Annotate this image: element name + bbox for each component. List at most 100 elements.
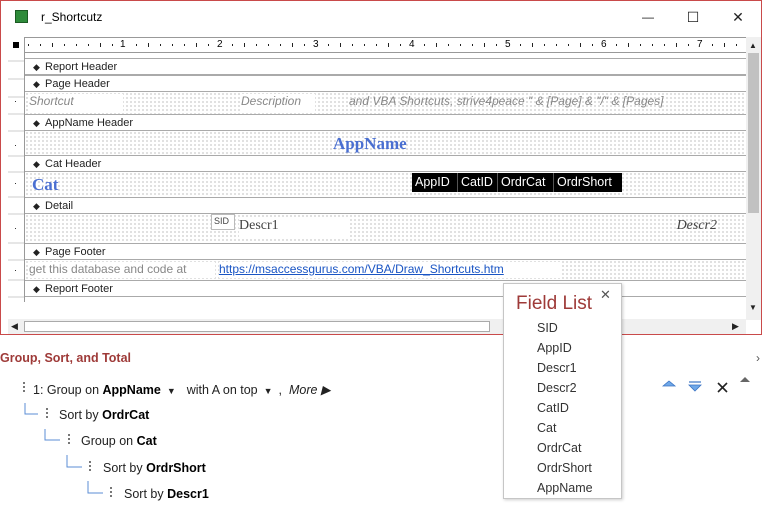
sort-field[interactable]: OrdrCat xyxy=(102,408,149,422)
group-sort-total-title: Group, Sort, and Total xyxy=(0,351,132,365)
sort-level-2[interactable]: Sort by OrdrCat xyxy=(59,408,149,422)
sort-order-dropdown[interactable]: with A on top xyxy=(187,383,258,397)
appname-textbox[interactable]: AppName xyxy=(333,134,453,154)
move-up-icon[interactable] xyxy=(662,380,677,387)
shortcut-label[interactable]: Shortcut xyxy=(29,94,123,111)
appid-textbox[interactable]: AppID xyxy=(412,173,458,192)
field-list-item[interactable]: OrdrShort xyxy=(537,461,592,475)
ruler-mark: 1 xyxy=(120,39,126,50)
field-list-item[interactable]: Descr1 xyxy=(537,361,577,375)
close-button[interactable]: ✕ xyxy=(715,1,761,33)
section-arrow-icon: ◆ xyxy=(33,118,40,128)
chevron-down-icon[interactable]: ▼ xyxy=(261,386,275,396)
vertical-ruler[interactable] xyxy=(8,53,25,302)
group-prefix: 1: Group on xyxy=(33,383,100,397)
footer-text-label[interactable]: get this database and code at xyxy=(29,262,215,278)
page-header-section[interactable]: Shortcut Description and VBA Shortcuts, … xyxy=(25,92,746,114)
ruler-mark: 3 xyxy=(313,39,319,50)
group-level-3[interactable]: Group on Cat xyxy=(81,434,157,448)
report-footer-bar[interactable]: ◆ Report Footer xyxy=(25,280,746,297)
scroll-thumb[interactable] xyxy=(24,321,490,332)
sort-prefix: Sort by xyxy=(124,487,164,501)
window-title: r_Shortcutz xyxy=(41,10,103,24)
appname-header-bar[interactable]: ◆ AppName Header xyxy=(25,114,746,131)
horizontal-ruler[interactable]: 1 2 3 4 5 6 7 xyxy=(8,37,746,53)
scroll-left-icon[interactable]: ◀ xyxy=(11,321,18,332)
description-label[interactable]: Description xyxy=(241,94,315,111)
section-label: Report Footer xyxy=(45,283,113,295)
cat-header-bar[interactable]: ◆ Cat Header xyxy=(25,155,746,172)
footer-link-textbox[interactable]: https://msaccessgurus.com/VBA/Draw_Short… xyxy=(219,262,561,278)
page-footer-section[interactable]: get this database and code at https://ms… xyxy=(25,260,746,280)
select-report-box[interactable] xyxy=(8,37,25,53)
field-list-close-icon[interactable]: ✕ xyxy=(600,287,611,303)
move-down-icon[interactable] xyxy=(688,381,702,392)
ruler-mark: 6 xyxy=(601,39,607,50)
scroll-down-icon[interactable]: ▼ xyxy=(749,303,757,312)
page-footer-bar[interactable]: ◆ Page Footer xyxy=(25,243,746,260)
section-arrow-icon: ◆ xyxy=(33,201,40,211)
group-field-dropdown[interactable]: AppName xyxy=(103,383,161,397)
field-list-item[interactable]: CatID xyxy=(537,401,569,415)
maximize-button[interactable]: ☐ xyxy=(670,1,716,33)
sid-textbox[interactable]: SID xyxy=(211,214,235,230)
descr2-textbox[interactable]: Descr2 xyxy=(653,218,717,238)
ordrshort-textbox[interactable]: OrdrShort xyxy=(554,173,622,192)
report-header-bar[interactable]: ◆ Report Header xyxy=(25,58,746,75)
sort-level-5[interactable]: Sort by Descr1 xyxy=(124,487,209,501)
group-level-1[interactable]: 1: Group on AppName ▼ with A on top ▼ , … xyxy=(33,382,331,397)
comma-separator: , xyxy=(278,383,286,397)
sort-level-4[interactable]: Sort by OrdrShort xyxy=(103,461,206,475)
cat-header-section[interactable]: Cat AppID CatID OrdrCat OrdrShort xyxy=(25,172,746,197)
panel-close-icon[interactable]: › xyxy=(756,351,760,365)
sort-prefix: Sort by xyxy=(103,461,143,475)
detail-section[interactable]: SID Descr1 Descr2 xyxy=(25,214,746,243)
section-label: Page Footer xyxy=(45,246,106,258)
page-header-bar[interactable]: ◆ Page Header xyxy=(25,75,746,92)
section-arrow-icon: ◆ xyxy=(33,62,40,72)
group-field[interactable]: Cat xyxy=(137,434,157,448)
field-list-item[interactable]: Cat xyxy=(537,421,556,435)
vertical-ruler-ticks xyxy=(8,60,24,298)
field-list-title: Field List xyxy=(516,293,593,314)
more-options-link[interactable]: More ▶ xyxy=(289,383,331,397)
section-label: Detail xyxy=(45,200,74,212)
field-list-item[interactable]: Descr2 xyxy=(537,381,577,395)
field-list-item[interactable]: AppID xyxy=(537,341,572,355)
minimize-button[interactable]: — xyxy=(625,1,671,33)
field-list-popup[interactable]: Field List ✕ SID AppID Descr1 Descr2 Cat… xyxy=(503,283,622,499)
field-list-item[interactable]: SID xyxy=(537,321,558,335)
section-arrow-icon: ◆ xyxy=(33,79,40,89)
collapse-triangle-icon[interactable] xyxy=(740,377,750,382)
ordrcat-textbox[interactable]: OrdrCat xyxy=(498,173,554,192)
field-list-item[interactable]: AppName xyxy=(537,481,593,495)
descr1-textbox[interactable]: Descr1 xyxy=(239,218,349,238)
horizontal-scrollbar[interactable]: ◀ ▶ xyxy=(8,319,746,334)
cat-textbox[interactable]: Cat xyxy=(32,175,92,195)
sort-field[interactable]: OrdrShort xyxy=(146,461,206,475)
detail-bar[interactable]: ◆ Detail xyxy=(25,197,746,214)
catid-textbox[interactable]: CatID xyxy=(458,173,498,192)
page-number-textbox[interactable]: and VBA Shortcuts, strive4peace " & [Pag… xyxy=(349,94,717,111)
field-list-item[interactable]: OrdrCat xyxy=(537,441,581,455)
delete-icon[interactable] xyxy=(717,382,728,393)
group-action-icons xyxy=(662,377,750,393)
design-surface[interactable]: ◆ Report Header ◆ Page Header Shortcut D… xyxy=(25,53,746,302)
scroll-right-icon[interactable]: ▶ xyxy=(732,321,739,332)
section-arrow-icon: ◆ xyxy=(33,284,40,294)
ruler-mark: 4 xyxy=(409,39,415,50)
scroll-thumb[interactable] xyxy=(748,53,759,213)
chevron-down-icon[interactable]: ▼ xyxy=(164,386,183,396)
vertical-scrollbar[interactable]: ▲ ▼ xyxy=(746,37,761,320)
appname-header-section[interactable]: AppName xyxy=(25,131,746,155)
sort-field[interactable]: Descr1 xyxy=(167,487,209,501)
section-label: Report Header xyxy=(45,61,118,73)
select-square-icon xyxy=(13,42,19,48)
ruler-mark: 5 xyxy=(505,39,511,50)
section-arrow-icon: ◆ xyxy=(33,247,40,257)
section-arrow-icon: ◆ xyxy=(33,159,40,169)
ruler-mark: 2 xyxy=(217,39,223,50)
title-bar[interactable]: r_Shortcutz — ☐ ✕ xyxy=(1,1,761,33)
ruler-ticks xyxy=(28,43,737,47)
scroll-up-icon[interactable]: ▲ xyxy=(749,41,757,50)
